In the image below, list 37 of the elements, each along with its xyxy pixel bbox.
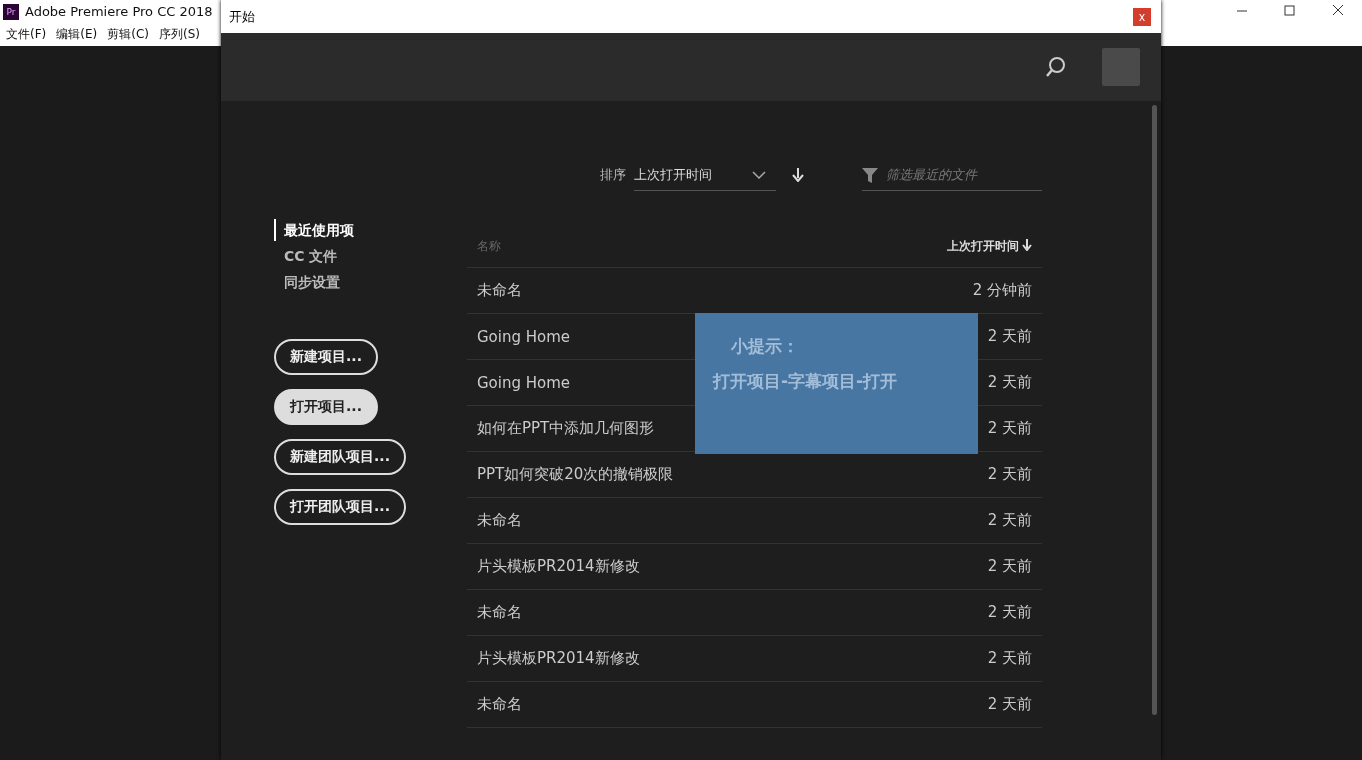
scrollbar[interactable] [1152, 105, 1157, 715]
sort-label: 排序 [600, 166, 626, 184]
project-button[interactable]: 打开团队项目... [274, 489, 406, 525]
sort-dropdown[interactable]: 上次打开时间 [634, 159, 776, 191]
app-icon: Pr [3, 3, 19, 20]
arrow-down-icon [1022, 238, 1032, 251]
nav-item[interactable]: CC 文件 [274, 245, 467, 267]
opened-time: 2 天前 [854, 681, 1042, 728]
filter-field[interactable]: 筛选最近的文件 [862, 159, 1042, 191]
menu-item[interactable]: 序列(S) [158, 25, 200, 43]
project-name[interactable]: 未命名 [467, 681, 855, 728]
search-icon[interactable] [1044, 55, 1068, 79]
tip-title: 小提示： [731, 335, 800, 358]
arrow-down-icon[interactable] [792, 168, 804, 182]
column-header[interactable]: 上次打开时间 [854, 225, 1042, 268]
project-button[interactable]: 打开项目... [274, 389, 378, 425]
dialog-title: 开始 [229, 7, 255, 26]
avatar[interactable] [1102, 48, 1140, 86]
project-button[interactable]: 新建团队项目... [274, 439, 406, 475]
nav-item[interactable]: 同步设置 [274, 271, 467, 293]
nav-item[interactable]: 最近使用项 [274, 219, 467, 241]
chevron-down-icon [752, 169, 766, 180]
project-button[interactable]: 新建项目... [274, 339, 378, 375]
close-button[interactable]: x [1133, 7, 1151, 26]
app-title: Adobe Premiere Pro CC 2018 [25, 4, 213, 19]
opened-time: 2 天前 [854, 543, 1042, 590]
filter-icon [862, 166, 878, 183]
opened-time: 2 天前 [854, 635, 1042, 682]
project-name[interactable]: 未命名 [467, 497, 855, 544]
menu-item[interactable]: 编辑(E) [56, 25, 98, 43]
opened-time: 2 天前 [854, 589, 1042, 636]
menu-item[interactable]: 剪辑(C) [107, 25, 149, 43]
opened-time: 2 天前 [854, 497, 1042, 544]
menu-item[interactable]: 文件(F) [6, 25, 47, 43]
project-name[interactable]: 片头模板PR2014新修改 [467, 543, 855, 590]
project-name[interactable]: 未命名 [467, 589, 855, 636]
project-name[interactable]: 片头模板PR2014新修改 [467, 635, 855, 682]
